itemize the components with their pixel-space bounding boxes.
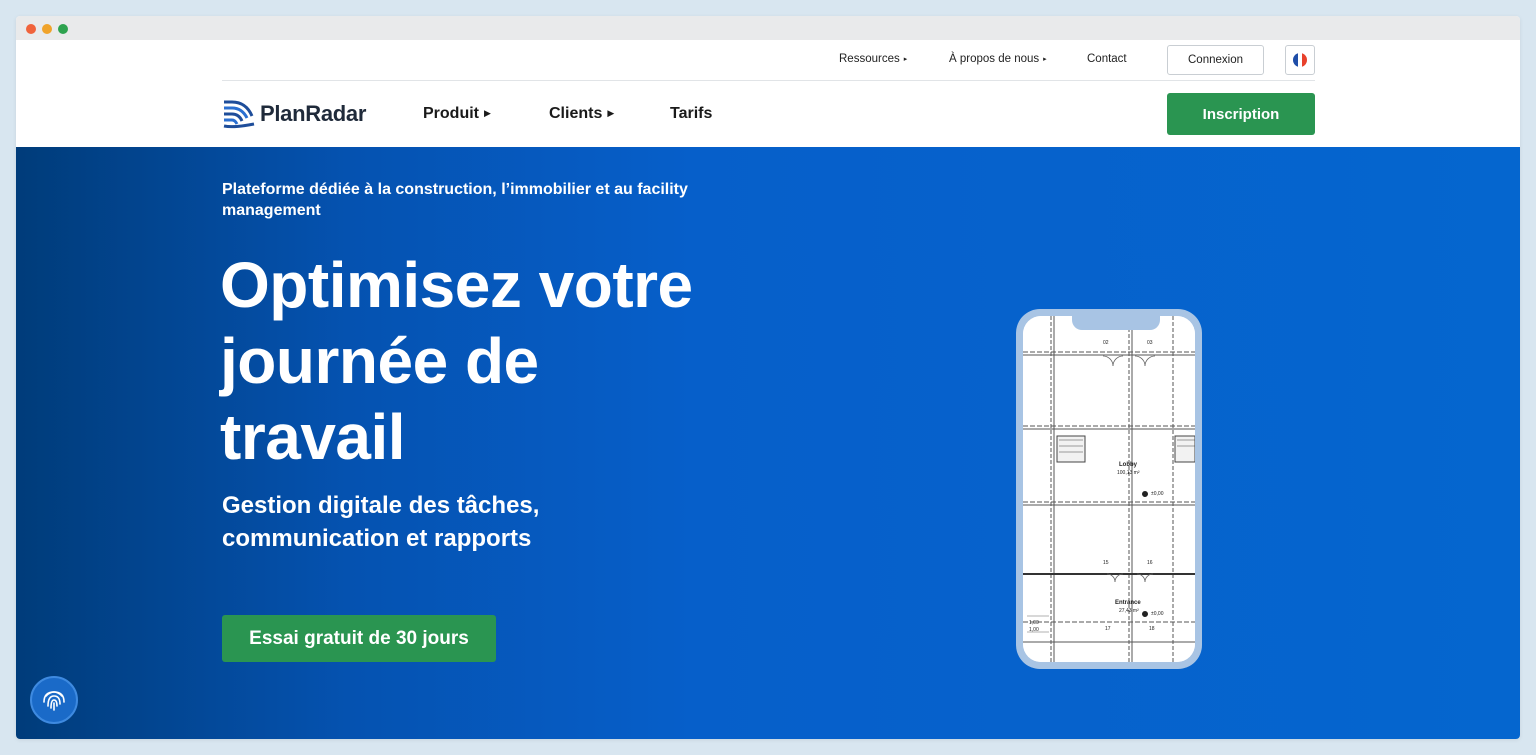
hero-headline: Optimisez votre journée de travail xyxy=(220,247,780,475)
free-trial-button[interactable]: Essai gratuit de 30 jours xyxy=(222,615,496,662)
logo-text: PlanRadar xyxy=(260,101,367,126)
caret-right-icon: ▸ xyxy=(1043,56,1047,63)
hero-headline-line: Optimisez votre xyxy=(220,249,693,321)
caret-right-icon: ▶ xyxy=(484,108,491,118)
floor-plan-drawing xyxy=(1023,316,1195,662)
nav-about-label: À propos de nous xyxy=(949,53,1040,65)
nav-pricing-link[interactable]: Tarifs xyxy=(670,105,712,123)
nav-resources-label: Ressources xyxy=(839,53,900,65)
plan-room-label: 02 xyxy=(1103,340,1109,346)
flag-fr-icon xyxy=(1293,53,1307,67)
window-close-dot[interactable] xyxy=(26,24,36,34)
hero-subheading: Gestion digitale des tâches, communicati… xyxy=(222,489,682,555)
plan-room-label: 03 xyxy=(1147,340,1153,346)
hero-headline-line: travail xyxy=(220,401,406,473)
nav-about-link[interactable]: À propos de nous ▸ xyxy=(949,53,1047,65)
plan-dimension-label: 1,00 xyxy=(1029,627,1039,633)
nav-product-label: Produit xyxy=(423,105,479,122)
hero-eyebrow: Plateforme dédiée à la construction, l’i… xyxy=(222,181,688,219)
window-minimize-dot[interactable] xyxy=(42,24,52,34)
plan-room-label: 16 xyxy=(1147,560,1153,566)
caret-right-icon: ▶ xyxy=(607,108,615,118)
plan-room-label: 17 xyxy=(1105,626,1111,632)
phone-notch xyxy=(1072,316,1160,330)
plan-entrance-label: Entrance xyxy=(1115,600,1141,606)
plan-lobby-label: Lobby xyxy=(1119,462,1137,468)
hero-headline-line: journée de xyxy=(220,325,539,397)
window-maximize-dot[interactable] xyxy=(58,24,68,34)
nav-clients-menu[interactable]: Clients ▶ xyxy=(549,105,614,123)
nav-resources-link[interactable]: Ressources ▸ xyxy=(839,53,907,65)
nav-product-menu[interactable]: Produit ▶ xyxy=(423,105,491,123)
browser-window: Ressources ▸ À propos de nous ▸ Contact Co… xyxy=(16,16,1520,739)
hero-section: Plateforme dédiée à la construction, l’i… xyxy=(16,147,1520,739)
language-selector-button[interactable] xyxy=(1285,45,1315,75)
phone-mockup: 02 03 Lobby 100,13 m² ±0,00 15 16 Entran… xyxy=(1016,309,1202,669)
nav-clients-label: Clients xyxy=(549,105,603,122)
caret-right-icon: ▸ xyxy=(903,56,908,63)
planradar-logo-icon xyxy=(223,100,255,129)
hero-subheading-line: Gestion digitale des tâches, xyxy=(222,492,540,519)
plan-entrance-area: 27,43 m² xyxy=(1119,608,1139,614)
fingerprint-icon xyxy=(43,691,65,711)
plan-dimension-label: 1,00 xyxy=(1029,620,1039,626)
header-divider xyxy=(222,80,1315,81)
plan-room-label: 15 xyxy=(1103,560,1109,566)
login-button[interactable]: Connexion xyxy=(1167,45,1264,75)
nav-contact-link[interactable]: Contact xyxy=(1087,53,1127,65)
privacy-settings-button[interactable] xyxy=(30,676,78,724)
plan-elevation-label: ±0,00 xyxy=(1151,491,1164,497)
plan-room-label: 18 xyxy=(1149,626,1155,632)
phone-screen-floor-plan: 02 03 Lobby 100,13 m² ±0,00 15 16 Entran… xyxy=(1023,316,1195,662)
plan-elevation-label: ±0,00 xyxy=(1151,611,1164,617)
browser-chrome-bar xyxy=(16,16,1520,40)
planradar-logo[interactable]: PlanRadar xyxy=(222,98,366,130)
hero-subheading-line: communication et rapports xyxy=(222,525,532,552)
signup-button[interactable]: Inscription xyxy=(1167,93,1315,135)
plan-lobby-area: 100,13 m² xyxy=(1117,470,1140,476)
